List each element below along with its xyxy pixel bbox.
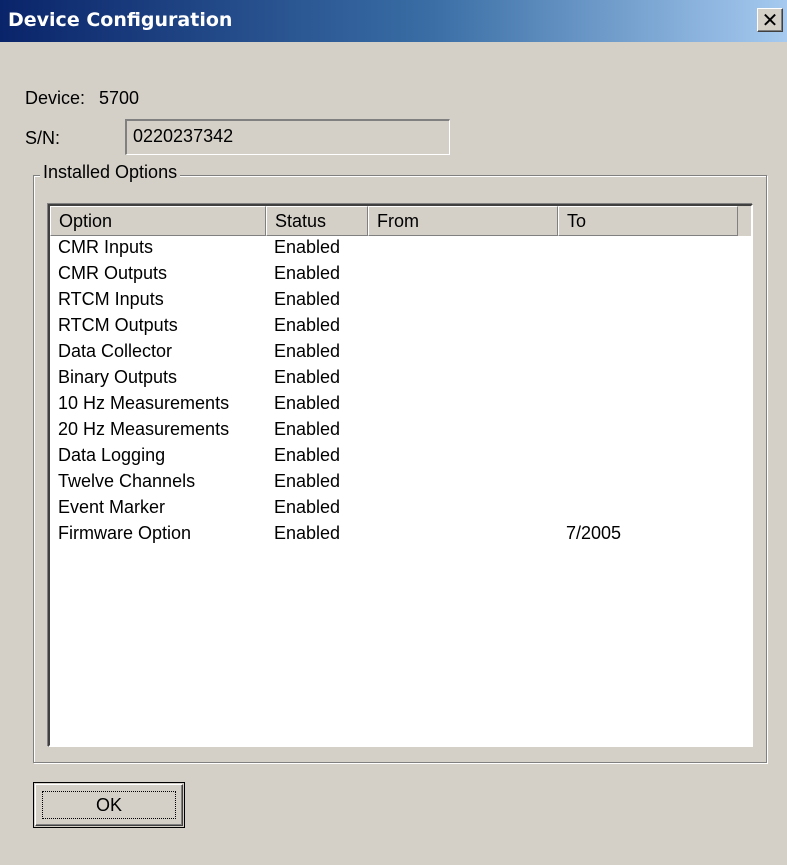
cell-status: Enabled — [274, 497, 341, 517]
cell-to — [558, 366, 738, 392]
device-configuration-dialog: Device Configuration ✕ Device: 5700 S/N:… — [0, 0, 787, 865]
cell-from — [368, 418, 558, 444]
cell-option: Event Marker — [58, 497, 166, 517]
cell-option: Data Logging — [58, 445, 166, 465]
cell-status: Enabled — [274, 341, 341, 361]
window-title: Device Configuration — [8, 9, 233, 31]
cell-status: Enabled — [274, 237, 341, 257]
cell-status: Enabled — [274, 315, 341, 335]
device-value: 5700 — [99, 88, 140, 108]
list-item[interactable]: Data Logging Enabled — [50, 444, 751, 470]
cell-option: 10 Hz Measurements — [58, 393, 230, 413]
cell-option: Data Collector — [58, 341, 173, 361]
sn-value: 0220237342 — [133, 126, 234, 146]
cell-to — [558, 236, 738, 262]
cell-option: Firmware Option — [58, 523, 192, 543]
installed-options-label: Installed Options — [40, 162, 181, 183]
list-item[interactable]: Binary Outputs Enabled — [50, 366, 751, 392]
column-header-status[interactable]: Status — [266, 206, 368, 236]
cell-from — [368, 236, 558, 262]
cell-option: RTCM Outputs — [58, 315, 178, 335]
cell-from — [368, 366, 558, 392]
cell-status: Enabled — [274, 263, 341, 283]
cell-to — [558, 314, 738, 340]
list-item[interactable]: Twelve Channels Enabled — [50, 470, 751, 496]
cell-option: CMR Inputs — [58, 237, 154, 257]
list-item[interactable]: RTCM Inputs Enabled — [50, 288, 751, 314]
cell-from — [368, 470, 558, 496]
list-item[interactable]: Data Collector Enabled — [50, 340, 751, 366]
list-rows: CMR Inputs Enabled CMR Outputs Enabled RTCM … — [50, 236, 751, 548]
cell-from — [368, 314, 558, 340]
sn-label: S/N: — [25, 128, 61, 148]
column-header-option[interactable]: Option — [50, 206, 266, 236]
close-icon: ✕ — [761, 8, 779, 32]
cell-from — [368, 444, 558, 470]
cell-to: 7/2005 — [566, 523, 622, 543]
cell-to — [558, 496, 738, 522]
cell-to — [558, 262, 738, 288]
cell-option: RTCM Inputs — [58, 289, 164, 309]
list-item[interactable]: RTCM Outputs Enabled — [50, 314, 751, 340]
cell-to — [558, 392, 738, 418]
cell-option: Binary Outputs — [58, 367, 178, 387]
column-header-to[interactable]: To — [558, 206, 738, 236]
ok-button[interactable]: OK — [33, 782, 185, 828]
cell-status: Enabled — [274, 289, 341, 309]
list-item[interactable]: Firmware Option Enabled 7/2005 — [50, 522, 751, 548]
close-button[interactable]: ✕ — [757, 8, 783, 32]
list-item[interactable]: CMR Inputs Enabled — [50, 236, 751, 262]
list-header: Option Status From To — [50, 206, 751, 236]
list-item[interactable]: 10 Hz Measurements Enabled — [50, 392, 751, 418]
cell-from — [368, 262, 558, 288]
title-bar[interactable]: Device Configuration ✕ — [0, 0, 787, 42]
cell-to — [558, 288, 738, 314]
cell-to — [558, 340, 738, 366]
cell-status: Enabled — [274, 523, 341, 543]
cell-option: Twelve Channels — [58, 471, 196, 491]
cell-option: 20 Hz Measurements — [58, 419, 230, 439]
cell-status: Enabled — [274, 393, 341, 413]
list-item[interactable]: CMR Outputs Enabled — [50, 262, 751, 288]
cell-from — [368, 522, 558, 548]
cell-to — [558, 470, 738, 496]
cell-from — [368, 340, 558, 366]
list-item[interactable]: Event Marker Enabled — [50, 496, 751, 522]
options-list[interactable]: Option Status From To CMR Inputs Enabled C… — [48, 204, 753, 747]
cell-status: Enabled — [274, 419, 341, 439]
cell-option: CMR Outputs — [58, 263, 168, 283]
cell-to — [558, 418, 738, 444]
ok-button-label: OK — [42, 791, 176, 819]
cell-status: Enabled — [274, 471, 341, 491]
sn-field: 0220237342 — [125, 119, 450, 155]
device-label: Device: — [25, 88, 86, 108]
column-header-from[interactable]: From — [368, 206, 558, 236]
cell-from — [368, 288, 558, 314]
cell-to — [558, 444, 738, 470]
list-item[interactable]: 20 Hz Measurements Enabled — [50, 418, 751, 444]
cell-status: Enabled — [274, 445, 341, 465]
cell-from — [368, 496, 558, 522]
cell-from — [368, 392, 558, 418]
cell-status: Enabled — [274, 367, 341, 387]
